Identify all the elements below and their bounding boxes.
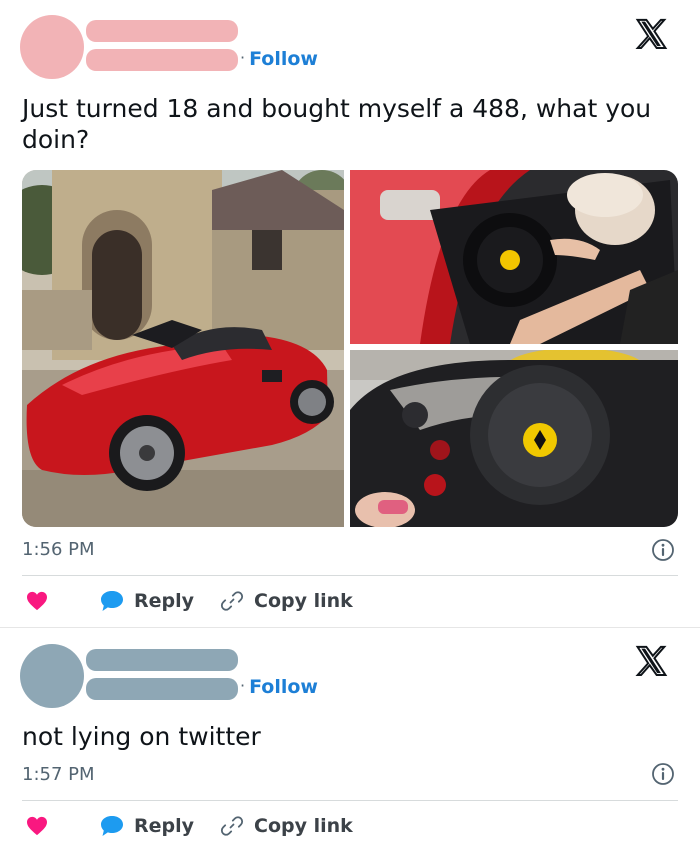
photo-steering-wheel[interactable] [350, 350, 678, 527]
steering-wheel-image [350, 350, 678, 527]
info-icon[interactable] [651, 538, 675, 562]
copy-link-button[interactable]: Copy link [220, 814, 353, 838]
reply-bubble-icon [101, 816, 123, 836]
x-logo-icon[interactable] [634, 17, 668, 51]
tweet-text: not lying on twitter [22, 722, 261, 751]
link-icon [220, 591, 244, 611]
tweet-actions: Reply Copy link [26, 812, 379, 840]
tweet-text: Just turned 18 and bought myself a 488, … [22, 93, 651, 155]
tweet-card-2: · Follow not lying on twitter 1:57 PM Rep… [0, 627, 700, 854]
follow-link[interactable]: · Follow [240, 676, 318, 698]
tweet-text-line-1: Just turned 18 and bought myself a 488, … [22, 94, 652, 123]
heart-icon [27, 816, 47, 836]
copy-link-button[interactable]: Copy link [220, 589, 353, 613]
photo-car-interior[interactable] [350, 170, 678, 344]
copy-link-label: Copy link [254, 815, 353, 837]
heart-icon [27, 591, 47, 611]
tweet-actions: Reply Copy link [26, 587, 379, 615]
avatar[interactable] [20, 644, 84, 708]
reply-label: Reply [134, 590, 195, 612]
like-button[interactable] [26, 816, 48, 836]
tweet-text-line-2: doin? [22, 125, 90, 154]
link-icon [220, 816, 244, 836]
display-name-redacted[interactable] [86, 20, 238, 42]
follow-label: Follow [249, 48, 318, 70]
username-redacted[interactable] [86, 49, 238, 71]
follow-label: Follow [249, 676, 318, 698]
tweet-card-1: · Follow Just turned 18 and bought myself… [0, 0, 700, 627]
car-interior-image [350, 170, 678, 344]
divider [22, 800, 678, 801]
info-icon[interactable] [651, 762, 675, 786]
copy-link-label: Copy link [254, 590, 353, 612]
display-name-redacted[interactable] [86, 649, 238, 671]
x-logo-icon[interactable] [634, 644, 668, 678]
follow-separator: · [240, 676, 246, 695]
like-button[interactable] [26, 591, 48, 611]
reply-bubble-icon [101, 591, 123, 611]
reply-button[interactable]: Reply [100, 815, 194, 837]
tweet-media-grid[interactable] [22, 170, 678, 527]
car-exterior-image [22, 170, 344, 527]
username-redacted[interactable] [86, 678, 238, 700]
photo-car-exterior[interactable] [22, 170, 344, 527]
avatar[interactable] [20, 15, 84, 79]
follow-separator: · [240, 48, 246, 67]
divider [22, 575, 678, 576]
follow-link[interactable]: · Follow [240, 48, 318, 70]
reply-label: Reply [134, 815, 195, 837]
reply-button[interactable]: Reply [100, 590, 194, 612]
tweet-time[interactable]: 1:56 PM [22, 539, 95, 560]
tweet-time[interactable]: 1:57 PM [22, 764, 95, 785]
